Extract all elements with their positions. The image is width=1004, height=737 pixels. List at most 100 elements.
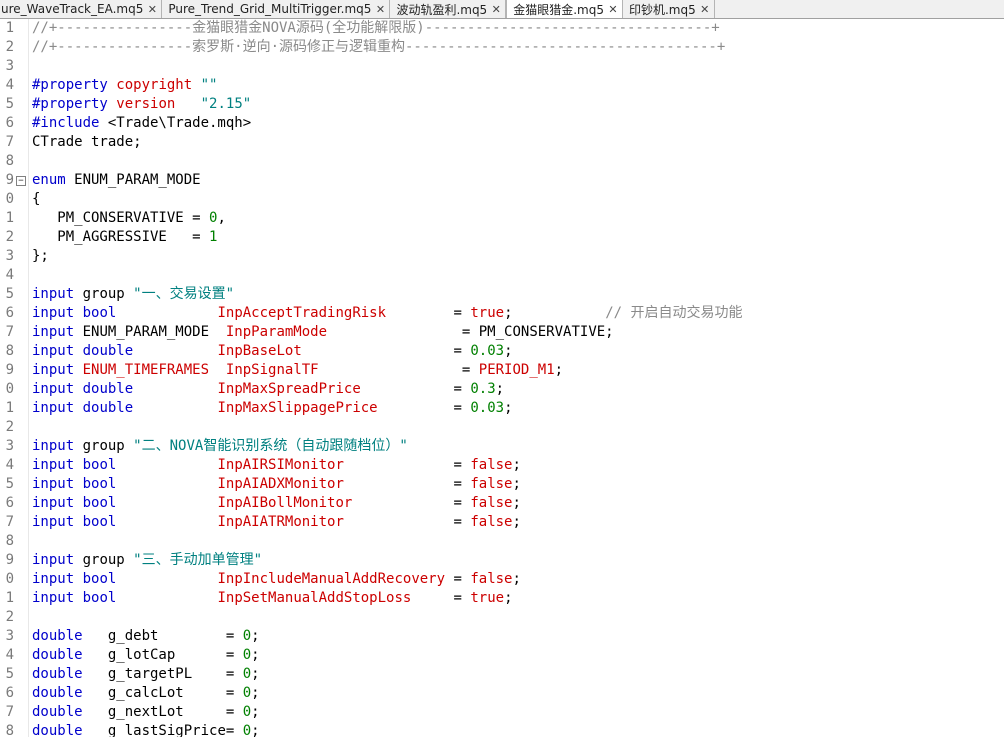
line-number: 7	[5, 134, 14, 150]
code-text: input double InpBaseLot = 0.03;	[32, 342, 513, 361]
code-token: "三、手动加单管理"	[133, 552, 263, 568]
code-token: double	[32, 723, 83, 737]
code-line[interactable]: 6 input bool InpAIBollMonitor = false;	[0, 494, 1004, 513]
code-line[interactable]: 8 input double InpBaseLot = 0.03;	[0, 342, 1004, 361]
line-number: 8	[5, 153, 14, 169]
close-tab-icon[interactable]: ✕	[700, 3, 710, 16]
file-tab-0[interactable]: ure_WaveTrack_EA.mq5 ✕	[0, 0, 163, 18]
code-line[interactable]: 3 input group "二、NOVA智能识别系统（自动跟随档位）"	[0, 437, 1004, 456]
code-token: =	[301, 343, 471, 359]
code-token: ;	[251, 723, 260, 737]
code-line[interactable]: 1 input bool InpSetManualAddStopLoss = tr…	[0, 589, 1004, 608]
code-line[interactable]: 5 double g_targetPL = 0;	[0, 665, 1004, 684]
line-number: 5	[5, 286, 14, 302]
file-tab-2[interactable]: 波动轨盈利.mq5 ✕	[390, 0, 507, 18]
code-line[interactable]: 1 PM_CONSERVATIVE = 0,	[0, 209, 1004, 228]
code-line[interactable]: 6 #include <Trade\Trade.mqh>	[0, 114, 1004, 133]
line-number: 6	[5, 685, 14, 701]
code-token: 0	[242, 666, 252, 682]
line-number: 3	[5, 58, 14, 74]
code-token: false	[470, 514, 513, 530]
code-line[interactable]: 7 CTrade trade;	[0, 133, 1004, 152]
code-text: input group "三、手动加单管理"	[32, 551, 262, 570]
code-line[interactable]: 6 input bool InpAcceptTradingRisk = true;…	[0, 304, 1004, 323]
code-token: input	[32, 590, 75, 606]
line-number: 2	[5, 419, 14, 435]
line-number: 0	[5, 571, 14, 587]
close-tab-icon[interactable]: ✕	[491, 3, 501, 16]
line-number: 3	[5, 438, 14, 454]
line-number: 9	[5, 172, 14, 188]
code-token: 0	[242, 685, 252, 701]
code-text: PM_AGGRESSIVE = 1	[32, 228, 217, 247]
code-token: =	[360, 381, 471, 397]
code-line[interactable]: 8	[0, 532, 1004, 551]
code-token: bool	[82, 571, 117, 587]
code-line[interactable]: 7 input bool InpAIATRMonitor = false;	[0, 513, 1004, 532]
code-line[interactable]: 2	[0, 608, 1004, 627]
code-line[interactable]: 1 input double InpMaxSlippagePrice = 0.03…	[0, 399, 1004, 418]
code-line[interactable]: 3	[0, 57, 1004, 76]
code-editor[interactable]: 1 //+----------------金猫眼猎金NOVA源码(全功能解限版)-…	[0, 19, 1004, 737]
code-line[interactable]: 7 double g_nextLot = 0;	[0, 703, 1004, 722]
code-line[interactable]: 4 double g_lotCap = 0;	[0, 646, 1004, 665]
code-line[interactable]: 9 input ENUM_TIMEFRAMES InpSignalTF = PER…	[0, 361, 1004, 380]
code-line[interactable]: 3};	[0, 247, 1004, 266]
code-line[interactable]: 4	[0, 266, 1004, 285]
code-token: ;	[504, 343, 513, 359]
code-line[interactable]: 0 input double InpMaxSpreadPrice = 0.3;	[0, 380, 1004, 399]
close-tab-icon[interactable]: ✕	[375, 3, 385, 16]
code-line[interactable]: 1 //+----------------金猫眼猎金NOVA源码(全功能解限版)-…	[0, 19, 1004, 38]
code-token: PM_CONSERVATIVE =	[32, 210, 210, 226]
code-token: <Trade\Trade.mqh>	[107, 115, 252, 131]
code-token: 0	[242, 647, 252, 663]
code-line[interactable]: 6 double g_calcLot = 0;	[0, 684, 1004, 703]
code-line[interactable]: 0 input bool InpIncludeManualAddRecovery …	[0, 570, 1004, 589]
code-line[interactable]: 2 PM_AGGRESSIVE = 1	[0, 228, 1004, 247]
close-tab-icon[interactable]: ✕	[147, 3, 157, 16]
code-token: double	[32, 647, 83, 663]
code-token: // 开启自动交易功能	[605, 305, 743, 321]
file-tab-label: 波动轨盈利.mq5	[396, 2, 488, 17]
code-text: input bool InpAcceptTradingRisk = true; …	[32, 304, 743, 323]
code-line[interactable]: 4 #property copyright ""	[0, 76, 1004, 95]
file-tab-1[interactable]: Pure_Trend_Grid_MultiTrigger.mq5 ✕	[162, 0, 391, 18]
code-line[interactable]: 9− enum ENUM_PARAM_MODE	[0, 171, 1004, 190]
code-token: copyright	[116, 77, 193, 93]
code-line[interactable]: 2	[0, 418, 1004, 437]
code-token: bool	[82, 457, 117, 473]
code-line[interactable]: 5 input group "一、交易设置"	[0, 285, 1004, 304]
line-number: 5	[5, 96, 14, 112]
code-line[interactable]: 7 input ENUM_PARAM_MODE InpParamMode = PM…	[0, 323, 1004, 342]
code-line[interactable]: 3 double g_debt = 0;	[0, 627, 1004, 646]
code-token: false	[470, 457, 513, 473]
close-tab-icon[interactable]: ✕	[608, 3, 618, 16]
fold-toggle-icon[interactable]: −	[16, 176, 26, 186]
code-line[interactable]: 8 double g_lastSigPrice= 0;	[0, 722, 1004, 737]
file-tab-4[interactable]: 印钞机.mq5 ✕	[623, 0, 715, 18]
code-token: input	[32, 476, 75, 492]
code-line[interactable]: 5 #property version "2.15"	[0, 95, 1004, 114]
code-line[interactable]: 2 //+----------------索罗斯·逆向·源码修正与逻辑重构----…	[0, 38, 1004, 57]
code-token: ;	[251, 647, 260, 663]
code-line[interactable]: 9 input group "三、手动加单管理"	[0, 551, 1004, 570]
code-token: =	[343, 476, 471, 492]
code-line[interactable]: 8	[0, 152, 1004, 171]
code-token: input	[32, 495, 75, 511]
code-line[interactable]: 5 input bool InpAIADXMonitor = false;	[0, 475, 1004, 494]
file-tab-3[interactable]: 金猫眼猎金.mq5 ✕	[506, 0, 623, 18]
file-tab-label: ure_WaveTrack_EA.mq5	[1, 2, 144, 16]
code-line[interactable]: 4 input bool InpAIRSIMonitor = false;	[0, 456, 1004, 475]
code-token: double	[32, 628, 83, 644]
code-line[interactable]: 0{	[0, 190, 1004, 209]
code-token: ;	[495, 381, 505, 397]
code-token: double	[82, 343, 134, 359]
code-token: double	[82, 400, 134, 416]
